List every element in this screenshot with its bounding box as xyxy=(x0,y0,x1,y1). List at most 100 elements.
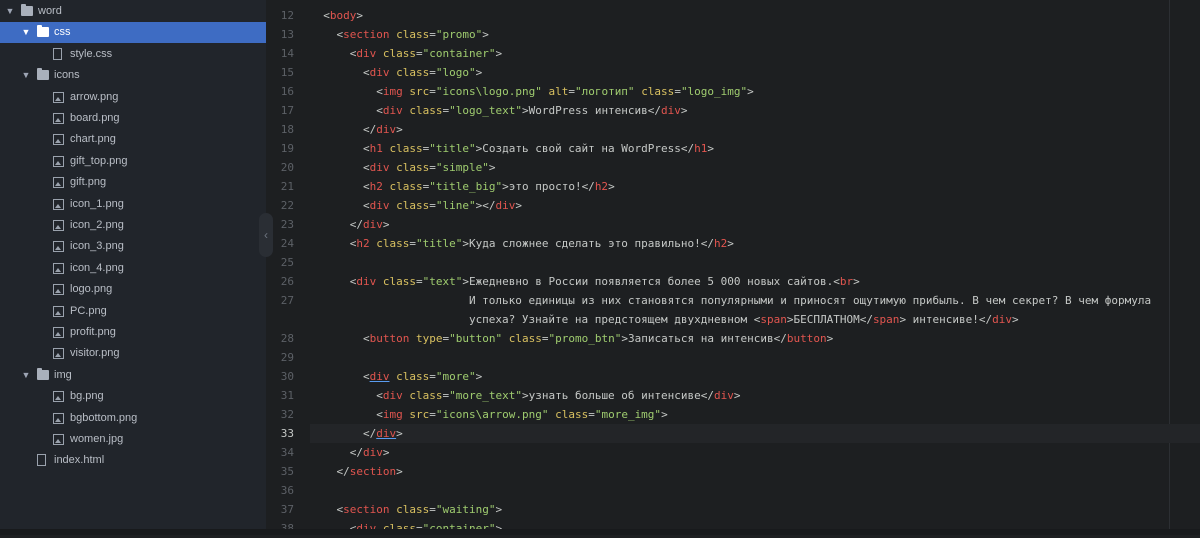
tree-item-label: icon_1.png xyxy=(70,197,124,210)
chevron-down-icon[interactable]: ▼ xyxy=(21,365,31,386)
tree-file[interactable]: style.css xyxy=(0,44,266,65)
code-token: > xyxy=(495,503,503,516)
tree-file[interactable]: icon_1.png xyxy=(0,194,266,215)
code-token: >узнать больше об интенсиве</ xyxy=(521,389,715,402)
code-token: div xyxy=(362,218,383,231)
code-line[interactable]: <div class="container"> xyxy=(310,44,1200,63)
code-line[interactable]: <h2 class="title_big">это просто!</h2> xyxy=(310,177,1200,196)
code-token: div xyxy=(376,123,397,136)
folder-icon xyxy=(37,25,49,38)
code-line[interactable]: <h1 class="title">Создать свой сайт на W… xyxy=(310,139,1200,158)
code-token: </ xyxy=(310,427,377,440)
code-token: "text" xyxy=(422,275,463,288)
code-token: section xyxy=(343,503,390,516)
tree-file[interactable]: bgbottom.png xyxy=(0,408,266,429)
code-token: "more_img" xyxy=(594,408,662,421)
image-icon xyxy=(53,434,64,445)
chevron-down-icon[interactable]: ▼ xyxy=(21,65,31,86)
code-line[interactable]: успеха? Узнайте на предстоящем двухдневн… xyxy=(310,310,1200,329)
code-token: h2 xyxy=(369,180,383,193)
tree-file[interactable]: profit.png xyxy=(0,322,266,343)
tree-item-label: index.html xyxy=(54,454,105,467)
code-line[interactable]: <section class="waiting"> xyxy=(310,500,1200,519)
code-line[interactable]: <div class="more_text">узнать больше об … xyxy=(310,386,1200,405)
code-token: >Создать свой сайт на WordPress</ xyxy=(475,142,695,155)
tree-folder[interactable]: ▼ img xyxy=(0,365,266,386)
code-line[interactable]: <section class="promo"> xyxy=(310,25,1200,44)
code-line[interactable]: <h2 class="title">Куда сложнее сделать э… xyxy=(310,234,1200,253)
tree-file[interactable]: board.png xyxy=(0,108,266,129)
code-line[interactable] xyxy=(310,253,1200,272)
code-token: = xyxy=(429,161,436,174)
tree-file[interactable]: PC.png xyxy=(0,301,266,322)
code-line[interactable]: </div> xyxy=(310,120,1200,139)
image-icon xyxy=(53,327,64,338)
tree-file[interactable]: icon_2.png xyxy=(0,215,266,236)
tree-folder[interactable]: ▼ word xyxy=(0,1,266,22)
code-line[interactable]: <div class="logo_text">WordPress интенси… xyxy=(310,101,1200,120)
code-token: > xyxy=(661,408,668,421)
chevron-down-icon[interactable]: ▼ xyxy=(21,22,31,43)
code-line[interactable]: <div class="container"> xyxy=(310,519,1200,529)
code-line[interactable]: <body> xyxy=(310,6,1200,25)
code-line[interactable]: </div> xyxy=(310,443,1200,462)
code-token: >Куда сложнее сделать это правильно!</ xyxy=(462,237,715,250)
tree-folder[interactable]: ▼ icons xyxy=(0,65,266,86)
tree-file[interactable]: visitor.png xyxy=(0,343,266,364)
code-token: "promo_btn" xyxy=(548,332,622,345)
code-token: "more" xyxy=(435,370,476,383)
chevron-down-icon[interactable]: ▼ xyxy=(5,1,15,22)
tree-file[interactable]: women.jpg xyxy=(0,429,266,450)
code-line[interactable]: </div> xyxy=(310,215,1200,234)
code-token: </ xyxy=(310,446,363,459)
code-line[interactable]: <div class="text">Ежедневно в России поя… xyxy=(310,272,1200,291)
code-token: > xyxy=(707,142,715,155)
code-editor[interactable]: <body> <section class="promo"> <div clas… xyxy=(310,0,1200,529)
code-token: > xyxy=(475,370,483,383)
code-token: = xyxy=(429,503,436,516)
sidebar-collapse-toggle[interactable]: ‹ xyxy=(259,213,273,257)
tree-item-label: icon_4.png xyxy=(70,261,124,274)
code-token: = xyxy=(429,85,436,98)
code-token: ></ xyxy=(475,199,496,212)
tree-file[interactable]: index.html xyxy=(0,450,266,471)
code-token: div xyxy=(369,370,390,383)
tree-file[interactable]: gift.png xyxy=(0,172,266,193)
code-line[interactable]: <div class="logo"> xyxy=(310,63,1200,82)
code-line[interactable] xyxy=(310,481,1200,500)
code-token: "логотип" xyxy=(574,85,635,98)
tree-file[interactable]: bg.png xyxy=(0,386,266,407)
code-line[interactable]: <div class="more"> xyxy=(310,367,1200,386)
line-number: 36 xyxy=(280,484,294,497)
code-line[interactable]: <div class="simple"> xyxy=(310,158,1200,177)
code-line[interactable]: <img src="icons\logo.png" alt="логотип" … xyxy=(310,82,1200,101)
code-token: < xyxy=(310,142,370,155)
tree-file[interactable]: icon_3.png xyxy=(0,236,266,257)
code-token: </ xyxy=(310,465,350,478)
code-token: = xyxy=(588,408,595,421)
code-line[interactable]: И только единицы из них становятся попул… xyxy=(310,291,1200,310)
code-token: >Ежедневно в России появляется более 5 0… xyxy=(462,275,840,288)
tree-file[interactable]: gift_top.png xyxy=(0,151,266,172)
code-line[interactable]: </div> xyxy=(310,424,1200,443)
tree-file[interactable]: icon_4.png xyxy=(0,258,266,279)
code-token: h2 xyxy=(714,237,728,250)
tree-folder[interactable]: ▼ css xyxy=(0,22,266,44)
tree-file[interactable]: logo.png xyxy=(0,279,266,300)
code-token: И только единицы из них становятся попул… xyxy=(310,294,1152,307)
code-token: = xyxy=(429,408,436,421)
code-token: > xyxy=(727,237,734,250)
code-token: = xyxy=(429,28,436,41)
line-number: 17 xyxy=(280,104,294,117)
code-line[interactable]: <div class="line"></div> xyxy=(310,196,1200,215)
tree-file[interactable]: arrow.png xyxy=(0,87,266,108)
code-line[interactable] xyxy=(310,348,1200,367)
code-line[interactable]: <button type="button" class="promo_btn">… xyxy=(310,329,1200,348)
code-token: class xyxy=(382,47,416,60)
tree-file[interactable]: chart.png xyxy=(0,129,266,150)
code-token: alt xyxy=(548,85,569,98)
code-line[interactable]: <img src="icons\arrow.png" class="more_i… xyxy=(310,405,1200,424)
code-token: > xyxy=(475,66,483,79)
code-line[interactable]: </section> xyxy=(310,462,1200,481)
